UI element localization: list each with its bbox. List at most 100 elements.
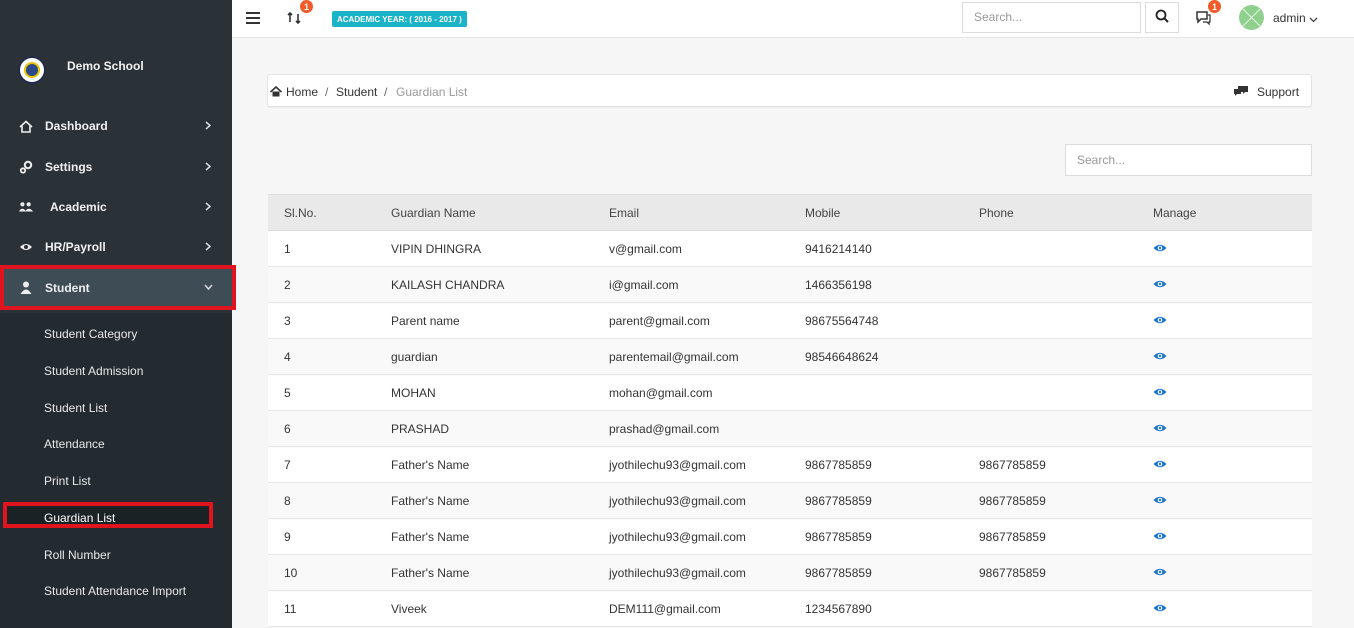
breadcrumb-home[interactable]: Home	[286, 85, 318, 99]
cell-mobile: 98675564748	[805, 302, 979, 339]
cell-no: 5	[268, 374, 391, 411]
support-link[interactable]: Support	[1257, 85, 1299, 99]
cell-no: 11	[268, 590, 391, 627]
cell-no: 7	[268, 446, 391, 483]
breadcrumb-student[interactable]: Student	[336, 85, 377, 99]
search-button[interactable]	[1145, 2, 1179, 33]
breadcrumb: Home / Student / Guardian List Support	[267, 74, 1312, 107]
support-icon[interactable]	[1233, 85, 1249, 98]
chevron-down-icon[interactable]	[1309, 13, 1318, 23]
view-eye-icon[interactable]	[1153, 423, 1167, 433]
user-menu[interactable]: admin	[1273, 11, 1306, 25]
column-header[interactable]: Email	[609, 194, 805, 231]
cell-no: 6	[268, 410, 391, 447]
cell-email: parent@gmail.com	[609, 302, 805, 339]
cell-phone	[979, 302, 1153, 339]
cell-email: jyothilechu93@gmail.com	[609, 554, 805, 591]
cell-name: KAILASH CHANDRA	[391, 266, 609, 303]
sub-attendance[interactable]: Attendance	[44, 437, 105, 451]
view-eye-icon[interactable]	[1153, 495, 1167, 505]
header-search-input[interactable]: Search...	[962, 2, 1141, 33]
home-icon	[269, 85, 283, 97]
chevron-right-icon	[202, 200, 214, 212]
table-row: 1 VIPIN DHINGRA v@gmail.com 9416214140	[268, 230, 1312, 267]
nav-hr-payroll[interactable]: HR/Payroll	[0, 227, 232, 267]
view-eye-icon[interactable]	[1153, 567, 1167, 577]
cell-manage	[1153, 590, 1312, 627]
chevron-down-icon	[202, 281, 214, 293]
sub-student-category[interactable]: Student Category	[44, 327, 137, 341]
cell-name: Viveek	[391, 590, 609, 627]
column-header[interactable]: Mobile	[805, 194, 979, 231]
avatar[interactable]	[1239, 5, 1264, 30]
column-header[interactable]: Guardian Name	[391, 194, 609, 231]
view-eye-icon[interactable]	[1153, 243, 1167, 253]
chat-icon[interactable]	[1195, 10, 1211, 26]
nav-student[interactable]: Student	[0, 265, 236, 310]
cell-name: MOHAN	[391, 374, 609, 411]
table-header-row: Sl.No. Guardian Name Email Mobile Phone …	[268, 194, 1312, 231]
sub-guardian-list-highlight[interactable]: Guardian List	[3, 502, 213, 528]
cell-name: guardian	[391, 338, 609, 375]
sub-student-attendance-import[interactable]: Student Attendance Import	[44, 584, 186, 598]
cell-email: jyothilechu93@gmail.com	[609, 482, 805, 519]
column-header[interactable]: Phone	[979, 194, 1153, 231]
view-eye-icon[interactable]	[1153, 387, 1167, 397]
chevron-right-icon	[202, 119, 214, 131]
nav-label: Dashboard	[45, 119, 108, 133]
sync-icon[interactable]	[287, 11, 301, 25]
cell-email: parentemail@gmail.com	[609, 338, 805, 375]
table-row: 7 Father's Name jyothilechu93@gmail.com 986…	[268, 446, 1312, 483]
view-eye-icon[interactable]	[1153, 459, 1167, 469]
nav-label: Student	[45, 280, 90, 295]
cell-email: jyothilechu93@gmail.com	[609, 518, 805, 555]
view-eye-icon[interactable]	[1153, 603, 1167, 613]
sub-student-admission[interactable]: Student Admission	[44, 364, 143, 378]
sub-roll-number[interactable]: Roll Number	[44, 548, 111, 562]
table-search-input[interactable]: Search...	[1065, 144, 1312, 176]
cell-name: PRASHAD	[391, 410, 609, 447]
sub-print-list[interactable]: Print List	[44, 474, 91, 488]
breadcrumb-current: Guardian List	[396, 85, 468, 99]
table-row: 11 Viveek DEM111@gmail.com 1234567890	[268, 590, 1312, 627]
nav-settings[interactable]: Settings	[0, 147, 232, 187]
cell-name: Parent name	[391, 302, 609, 339]
nav-dashboard[interactable]: Dashboard	[0, 106, 232, 146]
cell-mobile: 1234567890	[805, 590, 979, 627]
cell-name: Father's Name	[391, 446, 609, 483]
nav-label: HR/Payroll	[45, 240, 106, 254]
cell-mobile: 1466356198	[805, 266, 979, 303]
cell-phone	[979, 230, 1153, 267]
table-row: 2 KAILASH CHANDRA i@gmail.com 1466356198	[268, 266, 1312, 303]
sub-guardian-list: Guardian List	[44, 511, 116, 525]
cogs-icon	[18, 159, 34, 175]
table-row: 10 Father's Name jyothilechu93@gmail.com 98…	[268, 554, 1312, 591]
nav-academic[interactable]: Academic	[0, 187, 232, 227]
cell-email: mohan@gmail.com	[609, 374, 805, 411]
cell-name: VIPIN DHINGRA	[391, 230, 609, 267]
view-eye-icon[interactable]	[1153, 315, 1167, 325]
sub-student-list[interactable]: Student List	[44, 401, 107, 415]
home-icon	[18, 118, 34, 134]
chat-badge: 1	[1208, 0, 1221, 13]
table-row: 6 PRASHAD prashad@gmail.com	[268, 410, 1312, 447]
breadcrumb-separator: /	[325, 85, 329, 99]
topbar: 1 ACADEMIC YEAR: ( 2016 - 2017 ) Search.…	[232, 0, 1354, 38]
column-header[interactable]: Sl.No.	[268, 194, 391, 231]
school-name: Demo School	[67, 59, 144, 73]
view-eye-icon[interactable]	[1153, 531, 1167, 541]
view-eye-icon[interactable]	[1153, 279, 1167, 289]
cell-no: 8	[268, 482, 391, 519]
cell-mobile: 9867785859	[805, 446, 979, 483]
nav-label: Settings	[45, 160, 93, 174]
breadcrumb-separator: /	[384, 85, 388, 99]
student-submenu: Student Category Student Admission Stude…	[0, 313, 232, 628]
menu-toggle-icon[interactable]	[246, 12, 260, 24]
view-eye-icon[interactable]	[1153, 351, 1167, 361]
cell-no: 4	[268, 338, 391, 375]
cell-no: 10	[268, 554, 391, 591]
cell-phone: 9867785859	[979, 446, 1153, 483]
cell-manage	[1153, 230, 1312, 267]
sync-badge: 1	[300, 0, 313, 13]
brand[interactable]: Demo School	[0, 40, 232, 100]
